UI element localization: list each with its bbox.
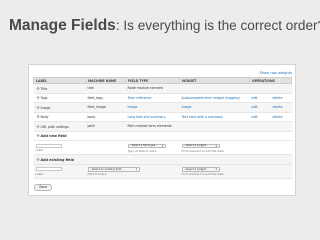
row-field-type: Node module element <box>125 83 180 94</box>
row-widget[interactable]: Text area with a summary <box>179 112 250 122</box>
save-button[interactable]: Save <box>34 184 53 191</box>
field-type-desc: Type of data to store. <box>127 148 158 153</box>
row-machine-name: title <box>85 83 126 94</box>
existing-field-widget-desc: Form element to edit the data. <box>181 172 225 177</box>
add-new-field-row: Label - Select a field type - ▾ Type of da… <box>33 140 292 155</box>
add-existing-field-heading: Add existing field <box>40 157 75 162</box>
row-label: Image <box>40 105 51 110</box>
row-edit-link[interactable] <box>249 83 271 94</box>
chevron-down-icon: ▾ <box>135 167 137 172</box>
chevron-down-icon: ▾ <box>161 143 163 148</box>
row-edit-link <box>249 121 271 132</box>
row-machine-name: field_tags <box>85 93 126 103</box>
row-field-type[interactable]: Image <box>125 102 180 113</box>
manage-fields-panel: Show row weights LABEL MACHINE NAME FIEL… <box>28 64 296 196</box>
table-row: ✥Title title Node module element <box>33 83 292 94</box>
new-field-widget-select[interactable]: - Select a widget - ▾ <box>181 143 220 149</box>
new-field-label-desc: Label <box>35 148 44 153</box>
slide-title-rest: : Is everything is the correct order? <box>115 18 320 33</box>
row-label: URL path settings <box>40 124 69 129</box>
row-widget <box>179 83 250 94</box>
row-edit-link[interactable]: edit <box>249 112 271 122</box>
new-field-label-input[interactable] <box>35 143 62 148</box>
chevron-down-icon: ▾ <box>215 167 217 172</box>
row-field-type[interactable]: Term reference <box>125 93 180 103</box>
row-widget[interactable]: Autocomplete term widget (tagging) <box>179 93 250 103</box>
row-label: Tags <box>40 96 48 101</box>
existing-field-label-input[interactable] <box>35 167 62 172</box>
row-field-type[interactable]: Long text and summary <box>125 112 180 122</box>
row-machine-name: field_image <box>85 102 126 113</box>
row-delete-link[interactable]: delete <box>270 102 292 113</box>
row-label: Title <box>40 86 48 91</box>
row-field-type: Path module form elements <box>125 121 180 132</box>
row-edit-link[interactable]: edit <box>249 102 271 113</box>
row-delete-link[interactable]: delete <box>270 112 292 122</box>
row-machine-name: path <box>85 121 126 132</box>
field-type-select[interactable]: - Select a field type - ▾ <box>127 143 166 149</box>
existing-field-widget-select[interactable]: - Select a widget - ▾ <box>181 167 220 172</box>
new-field-widget-desc: Form element to edit the data. <box>181 148 225 153</box>
row-edit-link[interactable]: edit <box>249 93 271 103</box>
row-delete-link <box>270 121 292 132</box>
slide-title-bold: Manage Fields <box>9 17 116 34</box>
table-row: ✥Image field_image Image Image edit dele… <box>33 102 292 113</box>
table-row: ✥Tags field_tags Term reference Autocomp… <box>33 93 292 103</box>
fields-table: LABEL MACHINE NAME FIELD TYPE WIDGET OPE… <box>33 77 292 179</box>
add-new-field-heading: Add new field <box>40 134 67 139</box>
row-label: Body <box>40 115 49 120</box>
show-row-weights-link[interactable]: Show row weights <box>259 71 292 75</box>
row-delete-link[interactable]: delete <box>270 93 292 103</box>
row-delete-link[interactable] <box>270 83 292 94</box>
row-widget[interactable]: Image <box>179 102 250 113</box>
add-new-field-heading-row: ✥Add new field <box>33 131 292 141</box>
add-existing-field-heading-row: ✥Add existing field <box>33 154 292 165</box>
table-row: ✥URL path settings path Path module form… <box>33 121 292 132</box>
table-row: ✥Body body Long text and summary Text ar… <box>33 112 292 122</box>
chevron-down-icon: ▾ <box>215 143 217 148</box>
slide-title: Manage Fields: Is everything is the corr… <box>9 17 320 35</box>
existing-field-desc: Field to share <box>87 172 107 177</box>
row-machine-name: body <box>85 112 126 122</box>
existing-field-label-desc: Label <box>35 171 44 176</box>
existing-field-select[interactable]: - Select an existing field - ▾ <box>87 167 140 172</box>
row-widget <box>179 121 250 132</box>
add-existing-field-row: Label - Select an existing field - ▾ Field… <box>33 164 292 179</box>
